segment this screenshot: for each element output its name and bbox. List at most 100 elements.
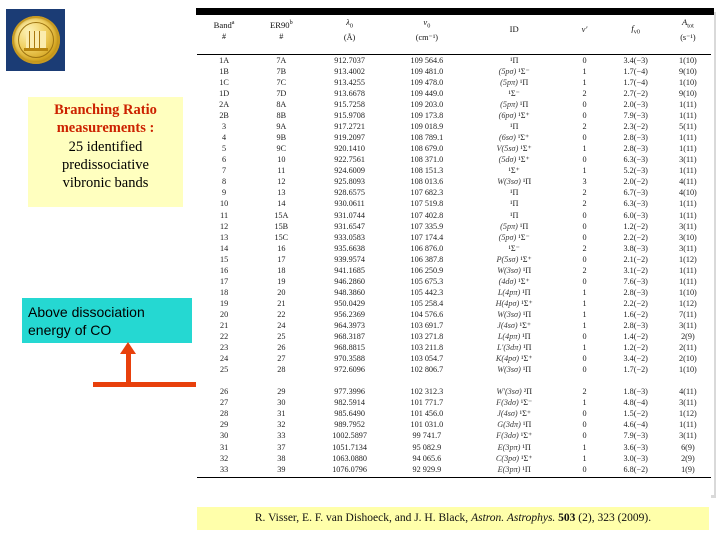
cell-band: 23: [220, 343, 229, 353]
cell-wavenumber: 103 211.8: [410, 343, 444, 353]
id-term-symbol: ¹Π: [522, 365, 532, 375]
citation-issue: (2),: [578, 512, 595, 524]
cell-id: E(3pπ) ¹Π: [466, 464, 562, 475]
cell-id: L′(3dπ) ¹Π: [466, 342, 562, 353]
cell-oscillator-strength: 2.8(−3): [623, 133, 648, 143]
cell-er90: 37: [277, 442, 286, 452]
id-term-symbol: ¹Π: [522, 464, 531, 474]
cell-wavenumber: 105 258.4: [410, 298, 444, 308]
table-row: 29 32 989.7952 101 031.0 G(3dπ) ¹Π 0 4.6(−4) 1(1…: [197, 419, 711, 430]
cell-vibrational: 0: [582, 254, 587, 264]
cell-wavenumber: 109 481.0: [410, 66, 444, 76]
cell-id: L(4pπ) ¹Π: [466, 287, 562, 298]
cell-wavelength: 920.1410: [334, 144, 365, 154]
cell-er90: 9A: [276, 122, 287, 132]
cell-band: 33: [220, 464, 229, 474]
cell-wavenumber: 103 691.7: [410, 320, 444, 330]
col-header-wavelength: λ0 (Å): [343, 17, 356, 42]
cell-wavelength: 925.8093: [334, 177, 365, 187]
cell-oscillator-strength: 2.8(−3): [623, 287, 648, 297]
cell-a-total: 3(11): [679, 320, 697, 330]
id-term-symbol: ¹Π: [522, 265, 532, 275]
cell-vibrational: 0: [582, 111, 587, 121]
id-configuration: G(3dπ): [497, 420, 521, 430]
cell-id: ¹Π: [466, 187, 562, 198]
cell-wavenumber: 109 564.6: [410, 55, 444, 65]
table-row: 5 9C 920.1410 108 679.0 V(5sσ) ¹Σ⁺ 1 2.8(−3) 1(1…: [197, 143, 711, 154]
cell-a-total: 3(11): [679, 431, 697, 441]
cell-id: (5pσ) ¹Σ⁻: [466, 232, 562, 243]
cell-vibrational: 3: [582, 177, 587, 187]
cell-band: 28: [220, 409, 229, 419]
cell-band: 31: [220, 442, 229, 452]
cell-er90: 7D: [276, 89, 287, 98]
cell-oscillator-strength: 1.2(−2): [623, 221, 648, 231]
cell-er90: 39: [277, 464, 286, 474]
cell-id: E(3pπ) ¹Π: [466, 442, 562, 453]
id-configuration: (5pσ): [498, 232, 517, 242]
table-row: 17 19 946.2860 105 675.3 (4dσ) ¹Σ⁺ 0 7.6(−3) 1(1…: [197, 276, 711, 287]
cell-oscillator-strength: 3.4(−3): [623, 55, 648, 65]
cell-band: 6: [222, 155, 227, 165]
cell-er90: 7C: [276, 77, 287, 87]
table-row: 22 25 968.3187 103 271.8 L(4pπ) ¹Π 0 1.4(−2) 2(9…: [197, 331, 711, 342]
cell-wavelength: 948.3860: [334, 287, 365, 297]
cell-oscillator-strength: 1.4(−2): [623, 332, 648, 342]
id-term-symbol: ¹Π: [522, 420, 532, 430]
cell-wavelength: 913.4002: [334, 66, 365, 76]
cell-wavelength: 935.6638: [334, 243, 365, 253]
table-row: 24 27 970.3588 103 054.7 K(4pσ) ¹Σ⁺ 0 3.4(−2) 2(…: [197, 353, 711, 364]
id-configuration: L(4pπ): [497, 287, 521, 297]
cell-vibrational: 1: [582, 343, 587, 353]
cell-band: 29: [220, 420, 229, 430]
cell-oscillator-strength: 3.4(−2): [623, 354, 648, 364]
cell-wavelength: 917.2721: [334, 122, 365, 132]
cell-oscillator-strength: 3.6(−3): [623, 442, 648, 452]
cell-wavenumber: 105 675.3: [410, 276, 444, 286]
cell-oscillator-strength: 4.8(−4): [623, 398, 648, 408]
cell-vibrational: 1: [582, 309, 587, 319]
id-configuration: (5pπ): [500, 77, 518, 87]
cell-a-total: 1(11): [679, 276, 697, 286]
cell-id: W(3sσ) ¹Π: [466, 265, 562, 276]
cell-vibrational: 1: [582, 320, 587, 330]
cell-er90: 24: [277, 320, 286, 330]
citation-year: (2009).: [617, 512, 652, 524]
bands-table-header-row: Banda # ER90b # λ0 (Å) ν0 (cm⁻¹) ID v′ f…: [197, 15, 711, 43]
cell-wavelength: 922.7561: [334, 155, 365, 165]
table-row: 16 18 941.1685 106 250.9 W(3sσ) ¹Π 2 3.1(−2) 1(1…: [197, 265, 711, 276]
cell-oscillator-strength: 3.1(−2): [623, 265, 648, 275]
cell-a-total: 2(10): [679, 354, 697, 364]
id-term-symbol: ¹Σ⁺: [521, 453, 533, 463]
cell-a-total: 1(10): [679, 55, 697, 65]
id-configuration: (6sσ): [499, 133, 516, 143]
cell-oscillator-strength: 7.9(−3): [623, 111, 648, 121]
id-configuration: E(3pπ): [497, 442, 521, 452]
cell-vibrational: 1: [582, 298, 587, 308]
cell-oscillator-strength: 6.8(−2): [623, 464, 648, 474]
table-group-spacer: [197, 375, 711, 386]
cell-id: W′(3sσ) ²Π: [466, 386, 562, 397]
cell-band: 3: [222, 122, 227, 132]
cell-er90: 9C: [276, 144, 287, 154]
cell-a-total: 1(12): [679, 298, 697, 308]
id-term-symbol: ¹Σ⁺: [520, 144, 532, 154]
cell-wavenumber: 106 387.8: [410, 254, 444, 264]
predissociative-bands-table: Banda # ER90b # λ0 (Å) ν0 (cm⁻¹) ID v′ f…: [196, 8, 714, 495]
cell-a-total: 1(11): [679, 210, 697, 220]
cell-vibrational: 0: [582, 420, 587, 430]
cell-wavelength: 982.5914: [334, 398, 365, 408]
cell-oscillator-strength: 2.3(−2): [623, 122, 648, 132]
cell-oscillator-strength: 7.9(−3): [623, 431, 648, 441]
id-term-symbol: ¹Π: [519, 77, 529, 87]
cell-oscillator-strength: 1.7(−2): [623, 365, 648, 375]
cell-vibrational: 2: [582, 199, 587, 209]
cell-wavelength: 939.9574: [334, 254, 365, 264]
cell-a-total: 4(11): [679, 177, 697, 187]
cell-a-total: 1(11): [679, 199, 697, 209]
cell-band: 16: [220, 265, 229, 275]
cell-wavenumber: 101 456.0: [410, 409, 444, 419]
bands-table: Banda # ER90b # λ0 (Å) ν0 (cm⁻¹) ID v′ f…: [197, 15, 711, 475]
cell-wavelength: 972.6096: [334, 365, 365, 375]
cell-er90: 22: [277, 309, 286, 319]
